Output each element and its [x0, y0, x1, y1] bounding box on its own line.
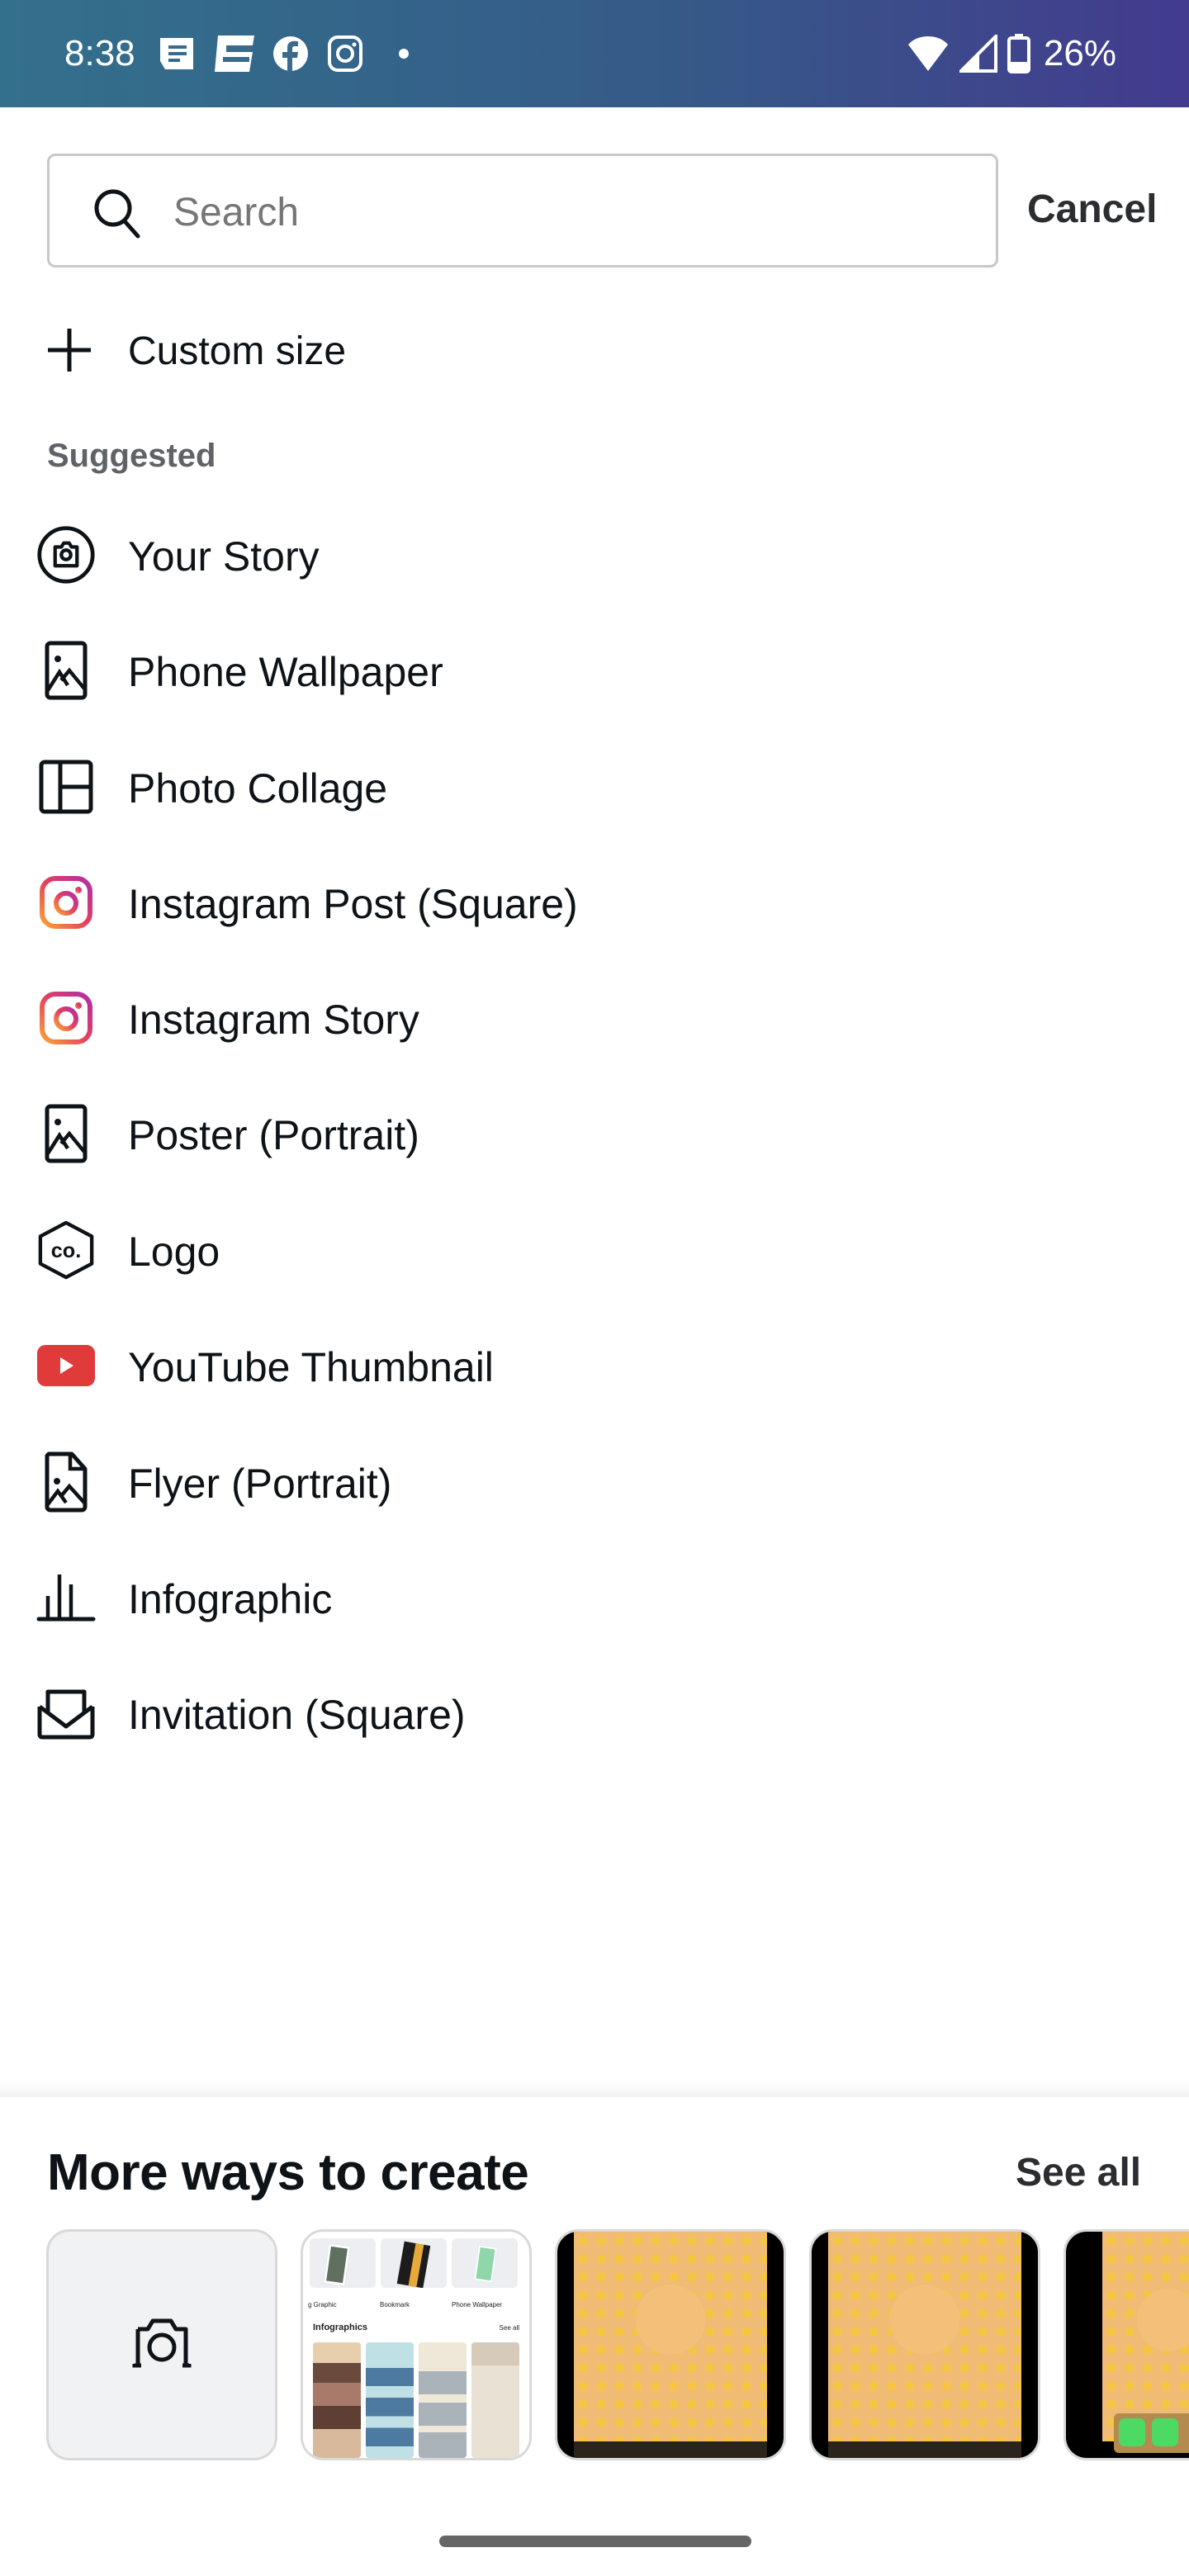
- messages-icon: [159, 36, 197, 71]
- sheet-divider: [0, 2081, 1189, 2097]
- plus-icon: [45, 325, 94, 375]
- suggested-item-flyer-portrait[interactable]: Flyer (Portrait): [0, 1428, 1189, 1536]
- instagram-icon: [36, 873, 96, 932]
- wifi-icon: [907, 35, 950, 73]
- suggested-item-phone-wallpaper[interactable]: Phone Wallpaper: [0, 617, 1189, 724]
- suggested-item-instagram-story[interactable]: Instagram Story: [0, 964, 1189, 1072]
- suggested-item-label: Flyer (Portrait): [128, 1461, 392, 1507]
- template-labels: g Graphic Bookmark Phone Wallpaper: [308, 2301, 529, 2308]
- suggested-item-label: Photo Collage: [128, 765, 388, 812]
- logo-co-icon: co.: [36, 1220, 96, 1280]
- suggested-item-label: Infographic: [128, 1576, 333, 1622]
- templates-section-see-all: See all: [499, 2324, 519, 2332]
- wallpaper-screenshot-card[interactable]: [555, 2229, 786, 2460]
- infographic-thumbnail: [471, 2342, 519, 2458]
- envelope-icon: [36, 1683, 96, 1743]
- infographic-thumbnail: [313, 2342, 361, 2458]
- template-thumbnail: [381, 2238, 447, 2288]
- signal-icon: [959, 35, 997, 73]
- suggested-item-poster-portrait[interactable]: Poster (Portrait): [0, 1080, 1189, 1187]
- template-thumbnail: [310, 2238, 376, 2288]
- emoji-wallpaper-image: [828, 2232, 1021, 2441]
- suggested-item-your-story[interactable]: Your Story: [0, 501, 1189, 608]
- more-notifications-dot-icon: [398, 48, 410, 59]
- suggested-item-logo[interactable]: co. Logo: [0, 1196, 1189, 1304]
- infographic-thumbnail: [366, 2342, 414, 2458]
- suggested-item-label: Logo: [128, 1229, 220, 1275]
- suggested-item-infographic[interactable]: Infographic: [0, 1544, 1189, 1651]
- template-label: Bookmark: [380, 2301, 410, 2308]
- facebook-icon: [272, 36, 309, 72]
- custom-size-label: Custom size: [128, 329, 347, 373]
- phone-app-icon: [1119, 2418, 1145, 2446]
- status-time: 8:38: [64, 33, 135, 73]
- search-icon: [91, 186, 145, 240]
- status-right: 26%: [907, 0, 1116, 107]
- home-indicator[interactable]: [439, 2536, 751, 2547]
- suggested-item-label: YouTube Thumbnail: [128, 1344, 494, 1390]
- suggested-item-label: Your Story: [128, 533, 320, 580]
- suggested-item-label: Instagram Post (Square): [128, 881, 578, 927]
- camera-icon: [131, 2318, 192, 2373]
- instagram-icon: [36, 988, 96, 1048]
- wallpaper-screenshot-card[interactable]: [809, 2229, 1040, 2460]
- collage-grid-icon: [36, 757, 96, 817]
- suggested-item-photo-collage[interactable]: Photo Collage: [0, 733, 1189, 841]
- camera-card[interactable]: [46, 2229, 277, 2460]
- more-ways-title: More ways to create: [47, 2144, 529, 2201]
- template-label: Phone Wallpaper: [452, 2301, 503, 2308]
- search-input[interactable]: [173, 173, 966, 252]
- suggested-item-label: Invitation (Square): [128, 1692, 466, 1738]
- youtube-icon: [36, 1336, 96, 1395]
- suggested-item-label: Instagram Story: [128, 997, 419, 1043]
- story-camera-icon: [36, 525, 96, 585]
- phone-image-icon: [36, 641, 96, 700]
- app-e-icon: [214, 34, 254, 73]
- wallpaper-screenshot-card[interactable]: [1063, 2229, 1189, 2460]
- template-label: g Graphic: [308, 2301, 337, 2308]
- screenshot-dock-strip: [828, 2441, 1021, 2458]
- templates-section-title: Infographics: [313, 2323, 368, 2332]
- instagram-icon: [327, 35, 363, 73]
- svg-text:co.: co.: [51, 1239, 82, 1262]
- suggested-heading: Suggested: [47, 438, 216, 474]
- emoji-wallpaper-image: [574, 2232, 767, 2441]
- messages-app-icon: [1152, 2418, 1178, 2446]
- emoji-wallpaper-image: [1102, 2232, 1189, 2441]
- cancel-button[interactable]: Cancel: [1027, 187, 1157, 232]
- suggested-item-label: Poster (Portrait): [128, 1112, 419, 1158]
- suggested-item-invitation-square[interactable]: Invitation (Square): [0, 1660, 1189, 1767]
- status-left: 8:38: [64, 0, 410, 107]
- suggested-item-instagram-post[interactable]: Instagram Post (Square): [0, 849, 1189, 956]
- suggested-item-youtube-thumbnail[interactable]: YouTube Thumbnail: [0, 1312, 1189, 1419]
- template-thumbnails-row: [310, 2238, 529, 2293]
- search-box[interactable]: [47, 154, 998, 268]
- status-bar: 8:38 26%: [0, 0, 1189, 107]
- battery-percent: 26%: [1043, 33, 1116, 73]
- templates-screenshot-card[interactable]: g Graphic Bookmark Phone Wallpaper Infog…: [301, 2229, 532, 2460]
- bar-chart-icon: [36, 1568, 96, 1627]
- see-all-button[interactable]: See all: [1016, 2150, 1141, 2195]
- custom-size-button[interactable]: Custom size: [0, 314, 1189, 386]
- suggested-item-label: Phone Wallpaper: [128, 649, 443, 695]
- screenshot-dock-strip: [574, 2441, 767, 2458]
- infographic-thumbnail: [419, 2342, 467, 2458]
- dock-icons: [1114, 2413, 1189, 2453]
- poster-image-icon: [36, 1104, 96, 1163]
- template-thumbnail: [452, 2238, 518, 2288]
- infographic-thumbnails: [313, 2342, 529, 2458]
- flyer-document-icon: [36, 1451, 96, 1513]
- battery-icon: [1007, 34, 1030, 73]
